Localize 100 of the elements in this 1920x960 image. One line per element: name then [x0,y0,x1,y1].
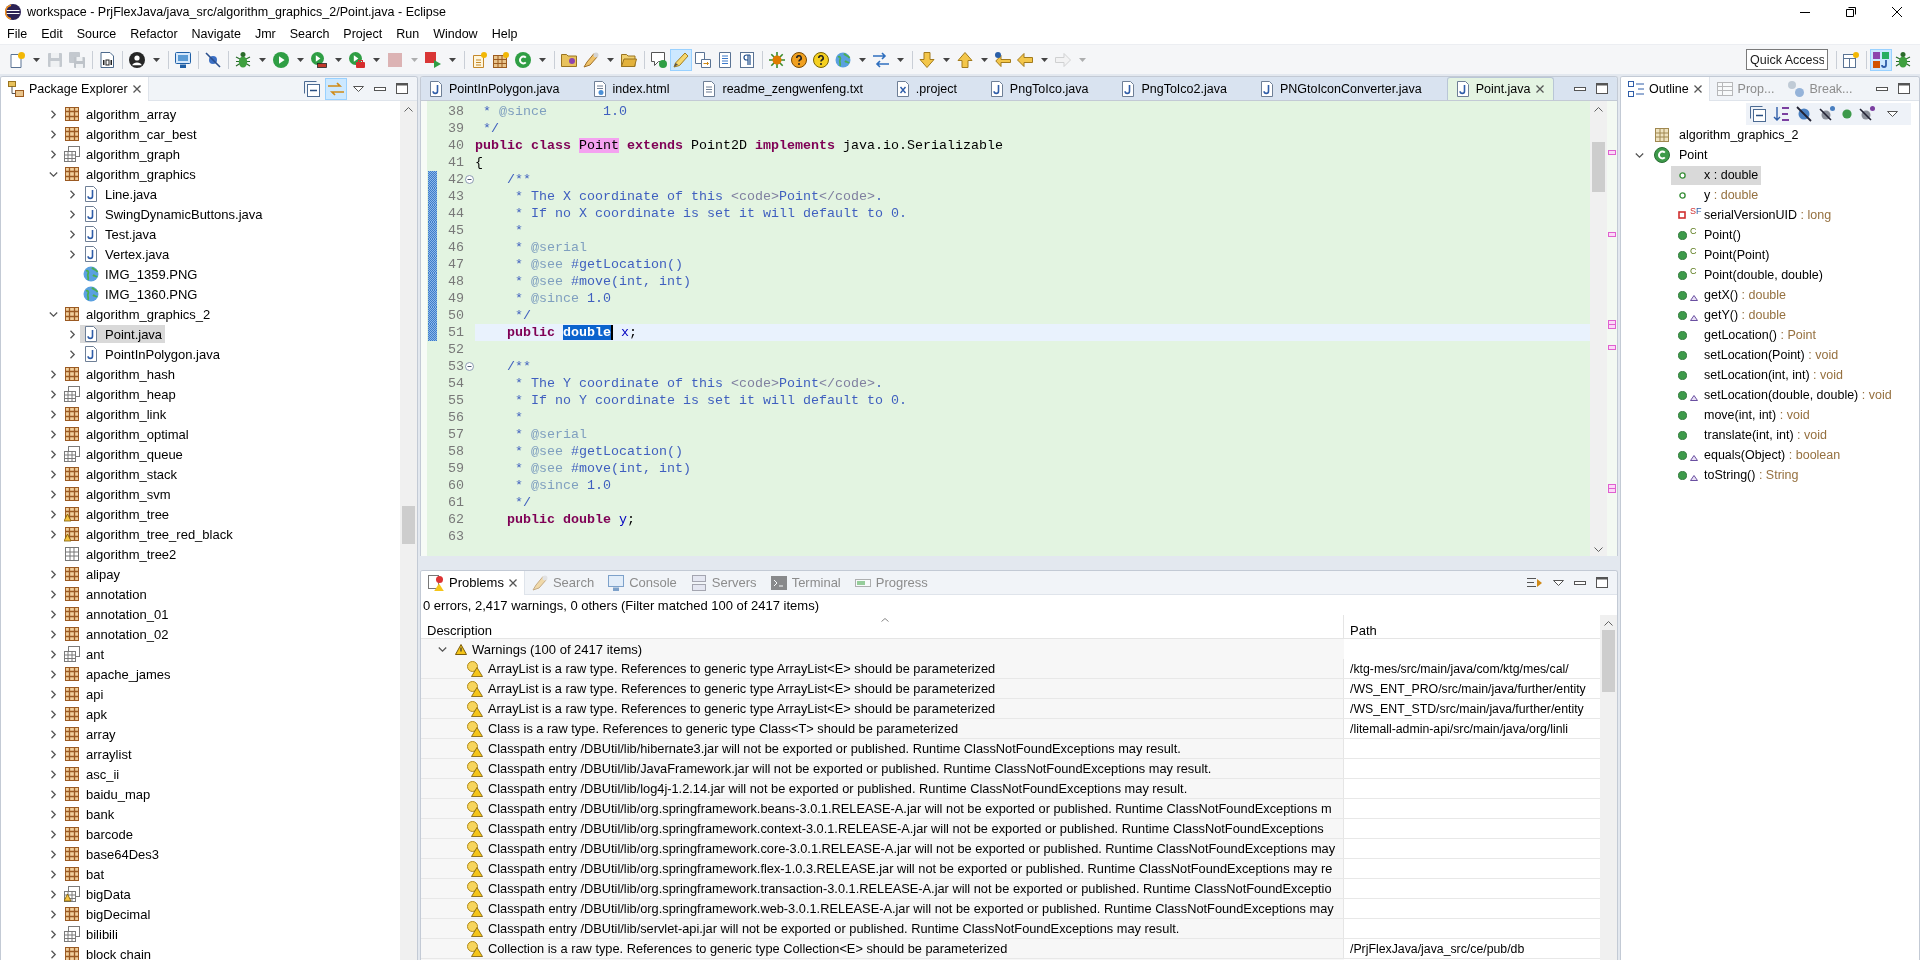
bug-icon[interactable] [1895,51,1911,68]
outline-item[interactable]: y : double [1671,185,1762,205]
class-icon[interactable] [515,51,531,68]
quick-access-field[interactable]: Quick Access [1746,49,1828,70]
view-menu-icon[interactable] [353,85,364,92]
folder-icon[interactable] [561,51,577,68]
chevron-icon[interactable] [48,389,58,399]
highlighter-icon[interactable] [670,48,692,71]
chevron-icon[interactable] [48,849,58,859]
up-arrow-icon[interactable] [957,51,973,68]
chevron-icon[interactable] [48,689,58,699]
dot-icon[interactable] [1842,109,1852,119]
editor-tab[interactable]: index.html [584,77,695,100]
menu-item[interactable]: Source [69,27,124,41]
maximize-icon[interactable] [1898,83,1910,94]
outline-item[interactable]: x : double [1671,165,1762,185]
tree-item[interactable]: algorithm_stack [61,465,181,483]
chevron-icon[interactable] [48,429,58,439]
menu-item[interactable]: Help [484,27,525,41]
tree-item[interactable]: algorithm_queue [61,445,186,463]
sort-icon[interactable] [1773,106,1789,122]
new-file-icon[interactable] [9,51,25,68]
chevron-icon[interactable] [48,109,58,119]
tree-item[interactable]: arraylist [61,745,135,763]
tree-item[interactable]: Point.java [80,325,166,343]
chevron-icon[interactable] [48,589,58,599]
tree-item[interactable]: IMG_1359.PNG [80,265,201,283]
tree-item[interactable]: algorithm_graphics [61,165,199,183]
star-back-arrow-icon[interactable] [995,51,1011,68]
caret-icon[interactable] [296,57,304,62]
chevron-icon[interactable] [48,309,58,319]
restore-icon[interactable] [1846,7,1856,17]
collapse-all-icon[interactable] [1750,106,1766,122]
tree-item[interactable]: bilibili [61,925,121,943]
close-icon[interactable] [1892,7,1902,17]
tree-item[interactable]: barcode [61,825,136,843]
menu-item[interactable]: Search [282,27,337,41]
collapse-icon[interactable] [465,175,474,184]
close-icon[interactable] [1693,84,1702,93]
crossed-out-dot-icon[interactable] [205,51,221,68]
square-play-icon[interactable] [425,51,441,68]
tree-item[interactable]: baidu_map [61,785,154,803]
vertical-scrollbar[interactable] [1600,615,1617,960]
tree-item[interactable]: algorithm_svm [61,485,174,503]
tree-item[interactable]: algorithm_graph [61,145,183,163]
collapse-all-icon[interactable] [304,80,320,97]
maximize-icon[interactable] [1596,577,1608,588]
vertical-scrollbar[interactable] [1590,101,1607,556]
outline-item[interactable]: C Point(Point) [1671,245,1773,265]
menu-item[interactable]: Window [426,27,485,41]
collapse-icon[interactable] [465,362,474,371]
tree-item[interactable]: alipay [61,565,123,583]
caret-icon[interactable] [152,57,160,62]
chevron-icon[interactable] [48,489,58,499]
caret-icon[interactable] [538,57,546,62]
tree-item[interactable]: block chain [61,945,155,960]
tree-item[interactable]: bat [61,865,108,883]
chevron-icon[interactable] [48,829,58,839]
chevron-icon[interactable] [48,629,58,639]
outline-item[interactable]: C Point() [1671,225,1744,245]
chevron-icon[interactable] [48,909,58,919]
tree-item[interactable]: algorithm_array [61,105,180,123]
chevron-icon[interactable] [48,889,58,899]
chevron-icon[interactable] [1634,150,1644,160]
editor-tab[interactable]: Point.java [1446,77,1554,100]
scroll-down-icon[interactable] [1594,547,1603,552]
editor-tab[interactable]: .project [887,77,982,100]
tree-item[interactable]: SwingDynamicButtons.java [80,205,266,223]
tree-item[interactable]: api [61,685,107,703]
tree-item[interactable]: algorithm_hash [61,365,178,383]
pencil-icon[interactable] [583,51,599,68]
editor-tab[interactable]: PointInPolygon.java [421,77,585,100]
paragraph-mark-icon[interactable] [739,51,755,68]
blocks-icon[interactable] [1870,48,1892,71]
outline-item[interactable]: algorithm_graphics_2 [1651,125,1802,145]
view-menu-icon[interactable] [1553,579,1564,586]
chevron-icon[interactable] [48,789,58,799]
menu-item[interactable]: Navigate [184,27,248,41]
sparkle-document-icon[interactable] [471,51,487,68]
view-tab[interactable]: Outline [1621,77,1710,101]
chevron-icon[interactable] [48,509,58,519]
caret-icon[interactable] [606,57,614,62]
chevron-icon[interactable] [67,189,77,199]
chevron-icon[interactable] [48,729,58,739]
tree-item[interactable]: Test.java [80,225,160,243]
person-icon[interactable] [129,51,145,68]
caret-icon[interactable] [334,57,342,62]
scroll-up-icon[interactable] [404,107,413,112]
down-arrow-icon[interactable] [919,51,935,68]
minimize-icon[interactable] [1800,11,1810,13]
crossed-dot-icon[interactable] [1859,106,1875,122]
caret-icon[interactable] [448,57,456,62]
chevron-icon[interactable] [48,929,58,939]
chevron-icon[interactable] [48,129,58,139]
window-plus-icon[interactable] [1843,51,1859,68]
tree-item[interactable]: algorithm_car_best [61,125,200,143]
help-icon[interactable] [791,51,807,68]
tree-item[interactable]: bank [61,805,118,823]
chevron-icon[interactable] [67,209,77,219]
monitor-icon[interactable] [175,51,191,68]
